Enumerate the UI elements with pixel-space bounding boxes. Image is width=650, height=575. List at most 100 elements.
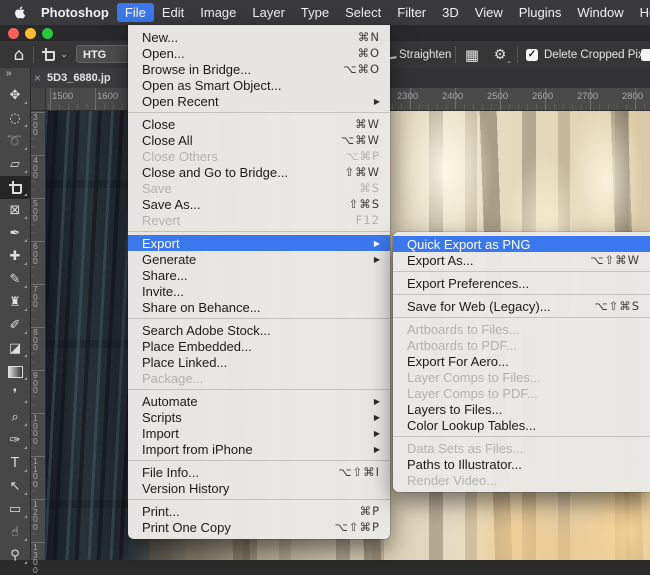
file-menu-item-place-linked[interactable]: Place Linked...: [128, 354, 390, 370]
file-menu-item-export[interactable]: Export▶: [128, 235, 390, 251]
export-menu-item-export-as[interactable]: Export As...⌥⇧⌘W: [393, 252, 650, 268]
type-tool[interactable]: T: [0, 452, 30, 475]
menu-item-shortcut: ⌥⇧⌘S: [594, 299, 640, 313]
blur-tool[interactable]: ❜: [0, 383, 30, 406]
file-menu-item-file-info[interactable]: File Info...⌥⇧⌘I: [128, 464, 390, 480]
menubar-item-image[interactable]: Image: [192, 3, 244, 22]
content-aware-checkbox[interactable]: [641, 49, 650, 61]
pen-tool[interactable]: ✑: [0, 429, 30, 452]
export-menu-item-quick-export-as-png[interactable]: Quick Export as PNG: [393, 236, 650, 252]
file-menu-item-print-one-copy[interactable]: Print One Copy⌥⇧⌘P: [128, 519, 390, 535]
menubar-item-type[interactable]: Type: [293, 3, 337, 22]
menubar-item-view[interactable]: View: [467, 3, 511, 22]
straighten-button[interactable]: Straighten: [399, 41, 451, 68]
export-menu-item-save-for-web-legacy[interactable]: Save for Web (Legacy)...⌥⇧⌘S: [393, 298, 650, 314]
crop-preset-dropdown[interactable]: HTG: [76, 45, 134, 63]
expand-tools-icon[interactable]: »: [0, 68, 30, 84]
menu-item-label: Close and Go to Bridge...: [142, 165, 344, 180]
file-menu-item-import-from-iphone[interactable]: Import from iPhone▶: [128, 441, 390, 457]
file-menu-item-package: Package...: [128, 370, 390, 386]
export-menu-item-layers-to-files[interactable]: Layers to Files...: [393, 401, 650, 417]
menubar-item-layer[interactable]: Layer: [244, 3, 293, 22]
file-menu-item-share-on-behance[interactable]: Share on Behance...: [128, 299, 390, 315]
menubar-item-plugins[interactable]: Plugins: [511, 3, 570, 22]
file-menu-item-import[interactable]: Import▶: [128, 425, 390, 441]
clone-stamp-tool[interactable]: ♜: [0, 291, 30, 314]
chevron-down-icon[interactable]: ⌄: [58, 41, 70, 68]
file-menu-item-generate[interactable]: Generate▶: [128, 251, 390, 267]
crop-tool-icon[interactable]: [40, 41, 56, 68]
eyedropper-tool[interactable]: ✒: [0, 222, 30, 245]
object-selection-tool[interactable]: ▱: [0, 153, 30, 176]
zoom-tool[interactable]: ⚲: [0, 544, 30, 567]
brush-tool[interactable]: ✎: [0, 268, 30, 291]
file-menu-item-scripts[interactable]: Scripts▶: [128, 409, 390, 425]
zoom-window-button[interactable]: [42, 28, 53, 39]
elliptical-marquee-tool[interactable]: ◌: [0, 107, 30, 130]
ruler-tick-label: 1 0 0 0: [33, 415, 38, 445]
file-menu-item-save-as[interactable]: Save As...⇧⌘S: [128, 196, 390, 212]
crop-overlay-grid-icon[interactable]: ▦: [463, 41, 481, 68]
file-menu-item-open-recent[interactable]: Open Recent▶: [128, 93, 390, 109]
menu-item-label: Data Sets as Files...: [407, 441, 640, 456]
file-menu-item-open-as-smart-object[interactable]: Open as Smart Object...: [128, 77, 390, 93]
menubar-item-window[interactable]: Window: [569, 3, 631, 22]
vertical-ruler[interactable]: 3 0 04 0 05 0 06 0 07 0 08 0 09 0 01 0 0…: [30, 88, 46, 560]
file-menu-item-open[interactable]: Open...⌘O: [128, 45, 390, 61]
menu-separator: [128, 389, 390, 390]
history-brush-tool[interactable]: ✐: [0, 314, 30, 337]
export-menu-item-export-preferences[interactable]: Export Preferences...: [393, 275, 650, 291]
file-menu-item-print[interactable]: Print...⌘P: [128, 503, 390, 519]
export-menu-item-artboards-to-files: Artboards to Files...: [393, 321, 650, 337]
menubar-item-edit[interactable]: Edit: [154, 3, 192, 22]
home-icon[interactable]: ⌂: [8, 41, 30, 68]
menu-separator: [128, 112, 390, 113]
export-menu-item-color-lookup-tables[interactable]: Color Lookup Tables...: [393, 417, 650, 433]
file-menu-item-close[interactable]: Close⌘W: [128, 116, 390, 132]
ruler-tick-label: 9 0 0: [33, 372, 38, 395]
apple-menu-icon[interactable]: [14, 5, 27, 20]
menubar-item-3d[interactable]: 3D: [434, 3, 467, 22]
eraser-tool[interactable]: ◪: [0, 337, 30, 360]
file-menu-item-new[interactable]: New...⌘N: [128, 29, 390, 45]
menubar-item-filter[interactable]: Filter: [389, 3, 434, 22]
file-menu-item-close-all[interactable]: Close All⌥⌘W: [128, 132, 390, 148]
gradient-tool[interactable]: [0, 360, 30, 383]
crop-tool[interactable]: [0, 176, 30, 199]
menu-separator: [393, 294, 650, 295]
export-menu-item-export-for-aero[interactable]: Export For Aero...: [393, 353, 650, 369]
hand-tool[interactable]: ☝: [0, 521, 30, 544]
frame-tool[interactable]: ⊠: [0, 199, 30, 222]
menu-item-label: Save: [142, 181, 359, 196]
file-menu-item-search-adobe-stock[interactable]: Search Adobe Stock...: [128, 322, 390, 338]
menubar-item-file[interactable]: File: [117, 3, 154, 22]
menu-separator: [393, 271, 650, 272]
file-menu-item-invite[interactable]: Invite...: [128, 283, 390, 299]
file-menu-item-automate[interactable]: Automate▶: [128, 393, 390, 409]
menu-item-label: Layers to Files...: [407, 402, 640, 417]
file-menu-item-share[interactable]: Share...: [128, 267, 390, 283]
lasso-tool[interactable]: ➰: [0, 130, 30, 153]
close-window-button[interactable]: [8, 28, 19, 39]
minimize-window-button[interactable]: [25, 28, 36, 39]
export-menu-item-paths-to-illustrator[interactable]: Paths to Illustrator...: [393, 456, 650, 472]
close-tab-icon[interactable]: ×: [34, 71, 41, 85]
menu-item-label: Scripts: [142, 410, 366, 425]
delete-cropped-pixels-checkbox[interactable]: ✓: [526, 49, 538, 61]
spot-healing-brush-tool[interactable]: ✚: [0, 245, 30, 268]
rectangle-tool[interactable]: ▭: [0, 498, 30, 521]
menubar-item-select[interactable]: Select: [337, 3, 389, 22]
path-selection-tool[interactable]: ↖: [0, 475, 30, 498]
file-menu-item-close-and-go-to-bridge[interactable]: Close and Go to Bridge...⇧⌘W: [128, 164, 390, 180]
menubar-item-help[interactable]: Help: [632, 3, 650, 22]
dodge-tool[interactable]: ⌕: [0, 406, 30, 429]
menu-item-label: Automate: [142, 394, 366, 409]
file-menu-item-version-history[interactable]: Version History: [128, 480, 390, 496]
ruler-tick-label: 3 0 0: [33, 114, 38, 137]
menubar-item-photoshop[interactable]: Photoshop: [33, 3, 117, 22]
file-menu-item-place-embedded[interactable]: Place Embedded...: [128, 338, 390, 354]
menu-item-label: Import from iPhone: [142, 442, 366, 457]
menu-item-label: Paths to Illustrator...: [407, 457, 640, 472]
move-tool[interactable]: ✥: [0, 84, 30, 107]
file-menu-item-browse-in-bridge[interactable]: Browse in Bridge...⌥⌘O: [128, 61, 390, 77]
